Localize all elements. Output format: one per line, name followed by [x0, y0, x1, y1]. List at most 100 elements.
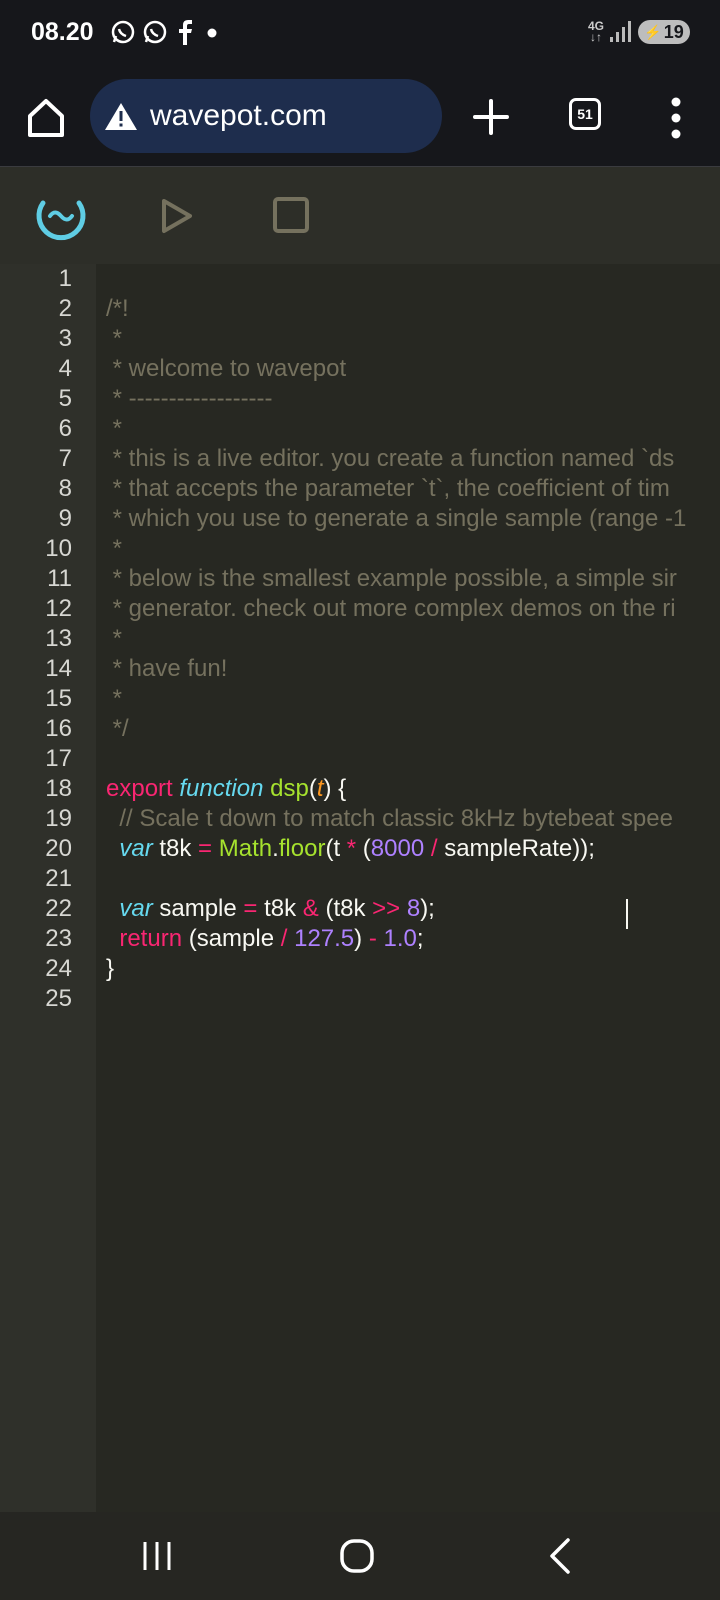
whatsapp-icon: [111, 20, 135, 44]
back-icon[interactable]: [540, 1534, 584, 1578]
code-line[interactable]: /*!: [106, 294, 720, 324]
system-nav-bar: [0, 1512, 720, 1600]
line-number: 4: [58, 355, 72, 382]
line-number: 15: [45, 685, 72, 712]
code-token: sample: [152, 895, 244, 922]
line-number: 1: [58, 265, 72, 292]
code-token: (: [356, 835, 371, 862]
code-line[interactable]: * below is the smallest example possible…: [106, 564, 720, 594]
keyword-export: export: [106, 775, 173, 802]
code-line[interactable]: * which you use to generate a single sam…: [106, 504, 720, 534]
line-number: 2: [58, 295, 72, 322]
line-number: 8: [58, 475, 72, 502]
line-number: 3: [58, 325, 72, 352]
status-time: 08.20: [31, 18, 94, 46]
plus-icon[interactable]: [470, 96, 512, 138]
app-toolbar: [0, 167, 720, 264]
url-text[interactable]: wavepot.com: [150, 99, 327, 133]
code-line-comment[interactable]: // Scale t down to match classic 8kHz by…: [106, 804, 720, 834]
more-vert-icon[interactable]: [662, 95, 690, 141]
line-number: 11: [47, 565, 72, 592]
code-editor[interactable]: 1 2 3 4 5 6 7 8 9 10 11 12 13 14 15 16 1…: [0, 264, 720, 1512]
keyword-function: function: [179, 775, 264, 802]
code-line[interactable]: [106, 744, 720, 774]
code-token: Math: [212, 835, 273, 862]
line-number: 18: [45, 775, 72, 802]
code-line[interactable]: * this is a live editor. you create a fu…: [106, 444, 720, 474]
code-token: t8k: [257, 895, 303, 922]
line-number: 20: [45, 835, 72, 862]
keyword-var: var: [119, 895, 153, 922]
code-token: .: [272, 835, 279, 862]
play-icon[interactable]: [152, 191, 204, 241]
keyword-return: return: [119, 925, 183, 952]
line-number-gutter: 1 2 3 4 5 6 7 8 9 10 11 12 13 14 15 16 1…: [0, 264, 96, 1512]
code-line[interactable]: * welcome to wavepot: [106, 354, 720, 384]
code-token: (t8k: [318, 895, 373, 922]
whatsapp-icon: [143, 20, 167, 44]
notification-icons: [110, 19, 222, 45]
number: 8: [406, 895, 421, 922]
stop-icon[interactable]: [265, 191, 317, 241]
address-bar[interactable]: wavepot.com: [90, 79, 442, 153]
code-line[interactable]: *: [106, 324, 720, 354]
line-number: 16: [45, 715, 72, 742]
line-number: 9: [58, 505, 72, 532]
number: 1.0: [383, 925, 417, 952]
recent-apps-icon[interactable]: [135, 1534, 179, 1578]
code-token: );: [420, 895, 435, 922]
code-token: floor: [278, 835, 326, 862]
code-line-function-declaration[interactable]: export function dsp(t) {: [106, 774, 720, 804]
code-line[interactable]: * that accepts the parameter `t`, the co…: [106, 474, 720, 504]
wavepot-logo-icon[interactable]: [35, 191, 87, 241]
network-type: 4G ↓↑: [587, 19, 604, 44]
code-line-t8k[interactable]: var t8k = Math.floor(t * (8000 / sampleR…: [106, 834, 720, 864]
code-token: (sample: [182, 925, 281, 952]
line-number: 19: [45, 805, 72, 832]
code-token: sampleRate));: [437, 835, 595, 862]
line-number: 12: [45, 595, 72, 622]
home-icon[interactable]: [24, 96, 68, 140]
line-number: 23: [45, 925, 72, 952]
operator: =: [243, 895, 258, 922]
code-token: t8k: [152, 835, 199, 862]
code-token: ): [354, 925, 369, 952]
paren-brace: ) {: [323, 775, 347, 802]
warning-icon[interactable]: [104, 101, 138, 131]
keyword-var: var: [119, 835, 153, 862]
signal-icon: [610, 21, 631, 42]
code-token: (t: [325, 835, 347, 862]
line-number: 24: [45, 955, 72, 982]
line-number: 6: [58, 415, 72, 442]
line-number: 10: [45, 535, 72, 562]
code-line[interactable]: */: [106, 714, 720, 744]
tabs-icon[interactable]: 51: [569, 98, 601, 130]
code-line[interactable]: *: [106, 684, 720, 714]
line-number: 17: [45, 745, 72, 772]
code-line-closing-brace[interactable]: }: [106, 954, 720, 984]
status-right: 4G ↓↑ ⚡ 19: [588, 20, 690, 44]
number: 8000: [370, 835, 425, 862]
code-line[interactable]: * ------------------: [106, 384, 720, 414]
operator: -: [368, 925, 377, 952]
code-line[interactable]: * generator. check out more complex demo…: [106, 594, 720, 624]
line-number: 21: [45, 865, 72, 892]
tab-count: 51: [577, 106, 593, 122]
code-line[interactable]: [106, 264, 720, 294]
line-number: 7: [58, 445, 72, 472]
operator: &: [302, 895, 319, 922]
operator: >>: [372, 895, 401, 922]
code-line[interactable]: *: [106, 624, 720, 654]
line-number: 25: [45, 985, 72, 1012]
code-line[interactable]: * have fun!: [106, 654, 720, 684]
home-circle-icon[interactable]: [336, 1534, 380, 1578]
code-line[interactable]: *: [106, 414, 720, 444]
text-cursor: [626, 899, 628, 929]
battery-icon: ⚡ 19: [638, 20, 690, 44]
status-bar: 08.20 4G ↓↑ ⚡ 19: [0, 0, 720, 68]
code-line[interactable]: *: [106, 534, 720, 564]
